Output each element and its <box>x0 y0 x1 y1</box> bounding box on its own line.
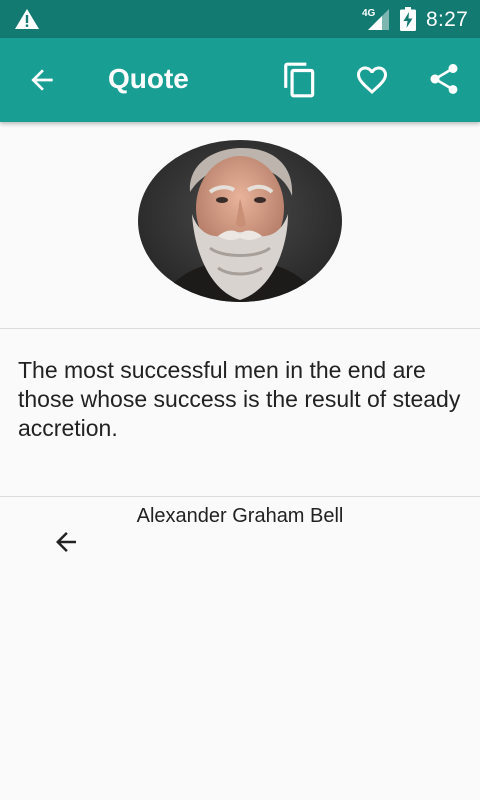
quote-text: The most successful men in the end are t… <box>18 357 461 441</box>
share-icon[interactable] <box>426 60 462 98</box>
signal-icon: 4G <box>362 8 389 30</box>
heart-outline-icon[interactable] <box>354 62 390 98</box>
copy-icon[interactable] <box>281 60 319 100</box>
author-portrait <box>138 140 342 302</box>
divider <box>0 328 480 329</box>
app-bar: Quote <box>0 38 480 122</box>
warning-icon <box>15 9 39 29</box>
clock: 8:27 <box>426 8 469 31</box>
arrow-back-icon[interactable] <box>50 527 82 557</box>
author-name: Alexander Graham Bell <box>136 505 344 527</box>
battery-charging-icon <box>400 7 416 31</box>
divider <box>0 496 480 497</box>
network-type-label: 4G <box>362 8 376 19</box>
arrow-back-icon[interactable] <box>26 64 58 96</box>
page-title: Quote <box>108 63 189 94</box>
status-bar: 4G 8:27 <box>0 0 480 38</box>
